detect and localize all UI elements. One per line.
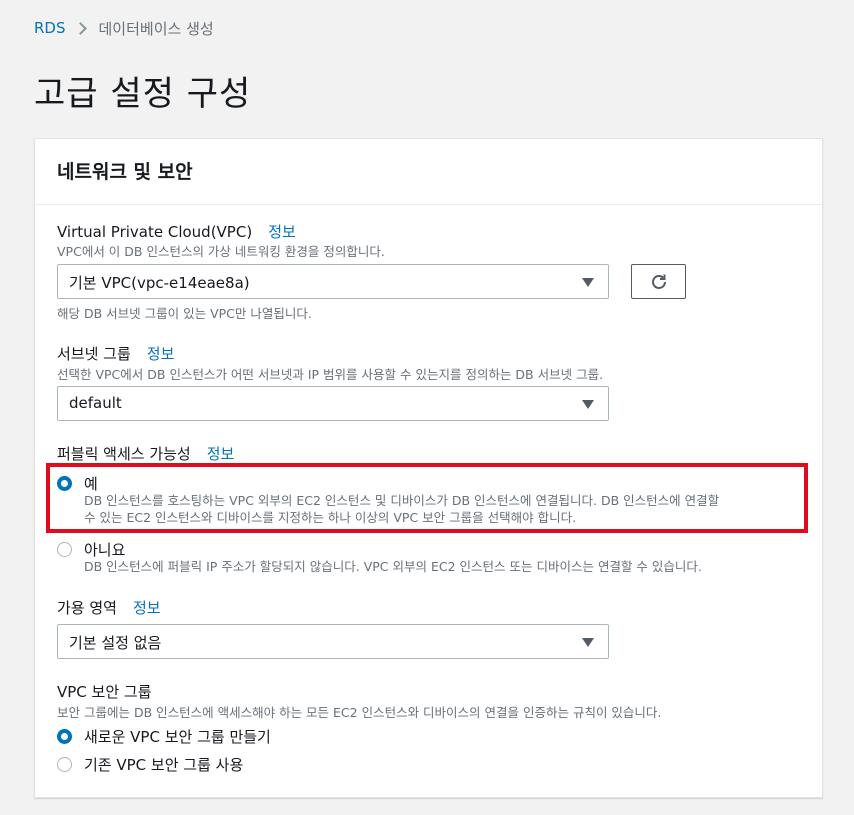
availability-zone-select-value: 기본 설정 없음 xyxy=(69,634,162,652)
security-group-create-label: 새로운 VPC 보안 그룹 만들기 xyxy=(84,728,271,746)
public-access-yes-description: DB 인스턴스를 호스팅하는 VPC 외부의 EC2 인스턴스 및 디바이스가 … xyxy=(84,492,784,526)
availability-zone-label-text: 가용 영역 xyxy=(57,599,117,617)
radio-create-sg[interactable] xyxy=(57,729,72,744)
vpc-select-value: 기본 VPC(vpc-e14eae8a) xyxy=(69,274,250,292)
availability-zone-select[interactable]: 기본 설정 없음 xyxy=(57,624,609,659)
public-access-no-label: 아니요 xyxy=(84,541,126,559)
vpc-select[interactable]: 기본 VPC(vpc-e14eae8a) xyxy=(57,264,609,299)
refresh-vpc-button[interactable] xyxy=(631,264,686,299)
vpc-label: Virtual Private Cloud(VPC) 정보 xyxy=(57,221,296,242)
availability-zone-label: 가용 영역 정보 xyxy=(57,597,161,618)
security-group-label: VPC 보안 그룹 xyxy=(57,681,152,702)
security-group-label-text: VPC 보안 그룹 xyxy=(57,683,152,701)
public-access-no-description: DB 인스턴스에 퍼블릭 IP 주소가 할당되지 않습니다. VPC 외부의 E… xyxy=(84,559,702,574)
page-title: 고급 설정 구성 xyxy=(34,74,252,114)
caret-down-icon xyxy=(582,278,594,287)
breadcrumb: RDS 데이터베이스 생성 xyxy=(34,18,214,38)
vpc-description: VPC에서 이 DB 인스턴스의 가상 네트워킹 환경을 정의합니다. xyxy=(57,244,385,259)
caret-down-icon xyxy=(582,400,594,409)
caret-down-icon xyxy=(582,638,594,647)
security-group-existing-option[interactable]: 기존 VPC 보안 그룹 사용 xyxy=(57,754,243,775)
subnet-label-text: 서브넷 그룹 xyxy=(57,345,131,363)
security-group-existing-label: 기존 VPC 보안 그룹 사용 xyxy=(84,756,244,774)
radio-existing-sg[interactable] xyxy=(57,757,72,772)
network-security-panel: 네트워크 및 보안 Virtual Private Cloud(VPC) 정보 … xyxy=(34,138,823,798)
security-group-description: 보안 그룹에는 DB 인스턴스에 액세스해야 하는 모든 EC2 인스턴스와 디… xyxy=(57,705,662,720)
subnet-select-value: default xyxy=(69,394,122,412)
vpc-hint: 해당 DB 서브넷 그룹이 있는 VPC만 나열됩니다. xyxy=(57,306,312,321)
vpc-label-text: Virtual Private Cloud(VPC) xyxy=(57,223,253,241)
yes-desc-line1: DB 인스턴스를 호스팅하는 VPC 외부의 EC2 인스턴스 및 디바이스가 … xyxy=(84,493,720,508)
public-access-no-option[interactable]: 아니요 xyxy=(57,539,125,560)
subnet-select[interactable]: default xyxy=(57,386,609,421)
breadcrumb-current: 데이터베이스 생성 xyxy=(98,19,214,38)
security-group-create-option[interactable]: 새로운 VPC 보안 그룹 만들기 xyxy=(57,726,271,747)
public-access-label-text: 퍼블릭 액세스 가능성 xyxy=(57,445,191,463)
availability-zone-info-link[interactable]: 정보 xyxy=(133,597,161,618)
public-access-yes-option[interactable]: 예 xyxy=(57,473,98,494)
subnet-info-link[interactable]: 정보 xyxy=(147,343,175,364)
panel-title: 네트워크 및 보안 xyxy=(35,139,822,205)
refresh-icon xyxy=(651,274,666,289)
radio-yes[interactable] xyxy=(57,476,72,491)
public-access-yes-label: 예 xyxy=(84,475,98,493)
public-access-label: 퍼블릭 액세스 가능성 정보 xyxy=(57,443,234,464)
subnet-description: 선택한 VPC에서 DB 인스턴스가 어떤 서브넷과 IP 범위를 사용할 수 … xyxy=(57,367,604,382)
yes-desc-line2: 수 있는 EC2 인스턴스와 디바이스를 지정하는 하나 이상의 VPC 보안 … xyxy=(84,510,577,525)
breadcrumb-rds-link[interactable]: RDS xyxy=(34,19,66,37)
public-access-info-link[interactable]: 정보 xyxy=(207,443,235,464)
radio-no[interactable] xyxy=(57,542,72,557)
chevron-right-icon xyxy=(73,21,87,35)
subnet-label: 서브넷 그룹 정보 xyxy=(57,343,174,364)
vpc-info-link[interactable]: 정보 xyxy=(268,221,296,242)
